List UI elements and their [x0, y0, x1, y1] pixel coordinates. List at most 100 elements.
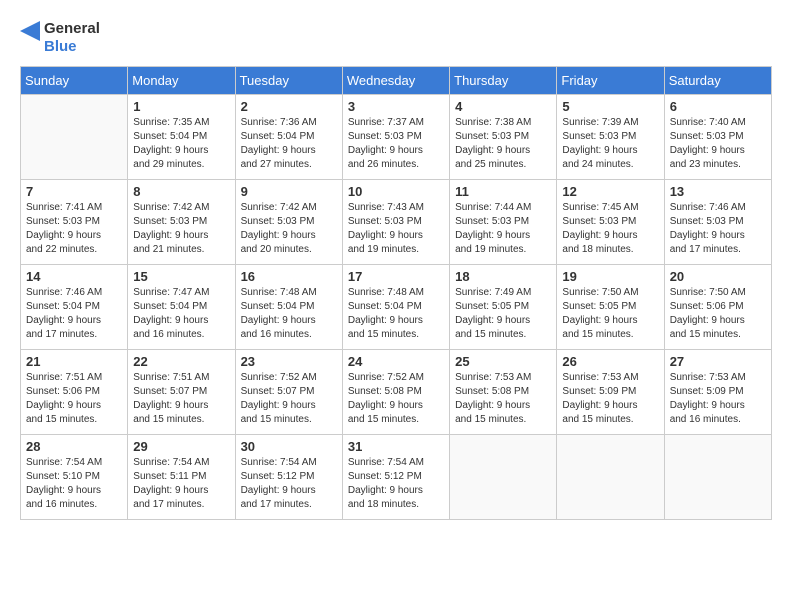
calendar-cell: 21 Sunrise: 7:51 AMSunset: 5:06 PMDayligh…: [21, 350, 128, 435]
calendar-cell: 14Sunrise: 7:46 AMSunset: 5:04 PMDayligh…: [21, 265, 128, 350]
day-number: 8: [133, 184, 229, 199]
day-info: Sunrise: 7:49 AMSunset: 5:05 PMDaylight:…: [455, 286, 551, 342]
day-number: 27: [670, 354, 766, 369]
calendar-table: SundayMondayTuesdayWednesdayThursdayFrid…: [20, 66, 772, 520]
calendar-cell: 7 Sunrise: 7:41 AMSunset: 5:03 PMDaylight…: [21, 180, 128, 265]
day-number: 30: [241, 439, 337, 454]
day-number: 3: [348, 99, 444, 114]
weekday-header: Friday: [557, 67, 664, 95]
calendar-cell: [557, 435, 664, 520]
calendar-cell: 2 Sunrise: 7:36 AMSunset: 5:04 PMDaylight…: [235, 95, 342, 180]
calendar-cell: 13 Sunrise: 7:46 AMSunset: 5:03 PMDayligh…: [664, 180, 771, 265]
page-header: General Blue: [20, 20, 772, 56]
day-info: Sunrise: 7:52 AMSunset: 5:07 PMDaylight:…: [241, 371, 337, 427]
day-number: 11: [455, 184, 551, 199]
day-info: Sunrise: 7:53 AMSunset: 5:09 PMDaylight:…: [562, 371, 658, 427]
day-info: Sunrise: 7:54 AMSunset: 5:10 PMDaylight:…: [26, 456, 122, 512]
calendar-cell: 5Sunrise: 7:39 AMSunset: 5:03 PMDaylight…: [557, 95, 664, 180]
day-info: Sunrise: 7:45 AMSunset: 5:03 PMDaylight:…: [562, 201, 658, 257]
day-number: 28: [26, 439, 122, 454]
calendar-cell: 28 Sunrise: 7:54 AMSunset: 5:10 PMDayligh…: [21, 435, 128, 520]
calendar-cell: 16 Sunrise: 7:48 AMSunset: 5:04 PMDayligh…: [235, 265, 342, 350]
day-number: 18: [455, 269, 551, 284]
calendar-cell: 23Sunrise: 7:52 AMSunset: 5:07 PMDayligh…: [235, 350, 342, 435]
day-info: Sunrise: 7:54 AMSunset: 5:12 PMDaylight:…: [348, 456, 444, 512]
day-info: Sunrise: 7:40 AMSunset: 5:03 PMDaylight:…: [670, 116, 766, 172]
weekday-header: Sunday: [21, 67, 128, 95]
day-number: 19: [562, 269, 658, 284]
calendar-cell: 29 Sunrise: 7:54 AMSunset: 5:11 PMDayligh…: [128, 435, 235, 520]
day-info: Sunrise: 7:48 AMSunset: 5:04 PMDaylight:…: [241, 286, 337, 342]
day-info: Sunrise: 7:41 AMSunset: 5:03 PMDaylight:…: [26, 201, 122, 257]
calendar-cell: [21, 95, 128, 180]
day-info: Sunrise: 7:53 AMSunset: 5:09 PMDaylight:…: [670, 371, 766, 427]
calendar-cell: 19 Sunrise: 7:50 AMSunset: 5:05 PMDayligh…: [557, 265, 664, 350]
day-number: 25: [455, 354, 551, 369]
day-info: Sunrise: 7:54 AMSunset: 5:11 PMDaylight:…: [133, 456, 229, 512]
day-info: Sunrise: 7:51 AMSunset: 5:07 PMDaylight:…: [133, 371, 229, 427]
calendar-cell: 30 Sunrise: 7:54 AMSunset: 5:12 PMDayligh…: [235, 435, 342, 520]
calendar-cell: 9 Sunrise: 7:42 AMSunset: 5:03 PMDaylight…: [235, 180, 342, 265]
day-info: Sunrise: 7:46 AMSunset: 5:03 PMDaylight:…: [670, 201, 766, 257]
calendar-cell: 20Sunrise: 7:50 AMSunset: 5:06 PMDayligh…: [664, 265, 771, 350]
calendar-cell: 12 Sunrise: 7:45 AMSunset: 5:03 PMDayligh…: [557, 180, 664, 265]
logo-arrow-icon: [20, 21, 40, 56]
calendar-week-row: 28 Sunrise: 7:54 AMSunset: 5:10 PMDayligh…: [21, 435, 772, 520]
calendar-cell: 6 Sunrise: 7:40 AMSunset: 5:03 PMDaylight…: [664, 95, 771, 180]
calendar-week-row: 1Sunrise: 7:35 AMSunset: 5:04 PMDaylight…: [21, 95, 772, 180]
calendar-cell: 3 Sunrise: 7:37 AMSunset: 5:03 PMDaylight…: [342, 95, 449, 180]
day-number: 5: [562, 99, 658, 114]
day-info: Sunrise: 7:36 AMSunset: 5:04 PMDaylight:…: [241, 116, 337, 172]
calendar-cell: 4Sunrise: 7:38 AMSunset: 5:03 PMDaylight…: [450, 95, 557, 180]
day-number: 26: [562, 354, 658, 369]
calendar-cell: 27 Sunrise: 7:53 AMSunset: 5:09 PMDayligh…: [664, 350, 771, 435]
day-number: 22: [133, 354, 229, 369]
day-number: 6: [670, 99, 766, 114]
calendar-cell: 24 Sunrise: 7:52 AMSunset: 5:08 PMDayligh…: [342, 350, 449, 435]
day-info: Sunrise: 7:37 AMSunset: 5:03 PMDaylight:…: [348, 116, 444, 172]
day-number: 10: [348, 184, 444, 199]
day-number: 7: [26, 184, 122, 199]
weekday-header: Wednesday: [342, 67, 449, 95]
day-number: 9: [241, 184, 337, 199]
day-info: Sunrise: 7:50 AMSunset: 5:06 PMDaylight:…: [670, 286, 766, 342]
calendar-cell: 8 Sunrise: 7:42 AMSunset: 5:03 PMDaylight…: [128, 180, 235, 265]
day-number: 13: [670, 184, 766, 199]
day-number: 15: [133, 269, 229, 284]
day-info: Sunrise: 7:52 AMSunset: 5:08 PMDaylight:…: [348, 371, 444, 427]
day-info: Sunrise: 7:53 AMSunset: 5:08 PMDaylight:…: [455, 371, 551, 427]
day-number: 17: [348, 269, 444, 284]
calendar-cell: 22 Sunrise: 7:51 AMSunset: 5:07 PMDayligh…: [128, 350, 235, 435]
calendar-cell: 10 Sunrise: 7:43 AMSunset: 5:03 PMDayligh…: [342, 180, 449, 265]
calendar-cell: 18 Sunrise: 7:49 AMSunset: 5:05 PMDayligh…: [450, 265, 557, 350]
weekday-header-row: SundayMondayTuesdayWednesdayThursdayFrid…: [21, 67, 772, 95]
day-info: Sunrise: 7:42 AMSunset: 5:03 PMDaylight:…: [133, 201, 229, 257]
calendar-cell: 26 Sunrise: 7:53 AMSunset: 5:09 PMDayligh…: [557, 350, 664, 435]
day-info: Sunrise: 7:51 AMSunset: 5:06 PMDaylight:…: [26, 371, 122, 427]
day-info: Sunrise: 7:38 AMSunset: 5:03 PMDaylight:…: [455, 116, 551, 172]
day-info: Sunrise: 7:44 AMSunset: 5:03 PMDaylight:…: [455, 201, 551, 257]
calendar-cell: 31 Sunrise: 7:54 AMSunset: 5:12 PMDayligh…: [342, 435, 449, 520]
day-info: Sunrise: 7:48 AMSunset: 5:04 PMDaylight:…: [348, 286, 444, 342]
day-number: 31: [348, 439, 444, 454]
calendar-cell: 15 Sunrise: 7:47 AMSunset: 5:04 PMDayligh…: [128, 265, 235, 350]
day-number: 29: [133, 439, 229, 454]
day-number: 12: [562, 184, 658, 199]
day-info: Sunrise: 7:42 AMSunset: 5:03 PMDaylight:…: [241, 201, 337, 257]
day-number: 24: [348, 354, 444, 369]
logo-blue-text: Blue: [44, 38, 100, 56]
calendar-cell: 11 Sunrise: 7:44 AMSunset: 5:03 PMDayligh…: [450, 180, 557, 265]
day-number: 21: [26, 354, 122, 369]
calendar-week-row: 7 Sunrise: 7:41 AMSunset: 5:03 PMDaylight…: [21, 180, 772, 265]
day-info: Sunrise: 7:47 AMSunset: 5:04 PMDaylight:…: [133, 286, 229, 342]
day-number: 16: [241, 269, 337, 284]
day-info: Sunrise: 7:35 AMSunset: 5:04 PMDaylight:…: [133, 116, 229, 172]
calendar-week-row: 14Sunrise: 7:46 AMSunset: 5:04 PMDayligh…: [21, 265, 772, 350]
day-info: Sunrise: 7:54 AMSunset: 5:12 PMDaylight:…: [241, 456, 337, 512]
weekday-header: Tuesday: [235, 67, 342, 95]
weekday-header: Saturday: [664, 67, 771, 95]
day-number: 14: [26, 269, 122, 284]
day-info: Sunrise: 7:50 AMSunset: 5:05 PMDaylight:…: [562, 286, 658, 342]
day-number: 2: [241, 99, 337, 114]
day-info: Sunrise: 7:43 AMSunset: 5:03 PMDaylight:…: [348, 201, 444, 257]
